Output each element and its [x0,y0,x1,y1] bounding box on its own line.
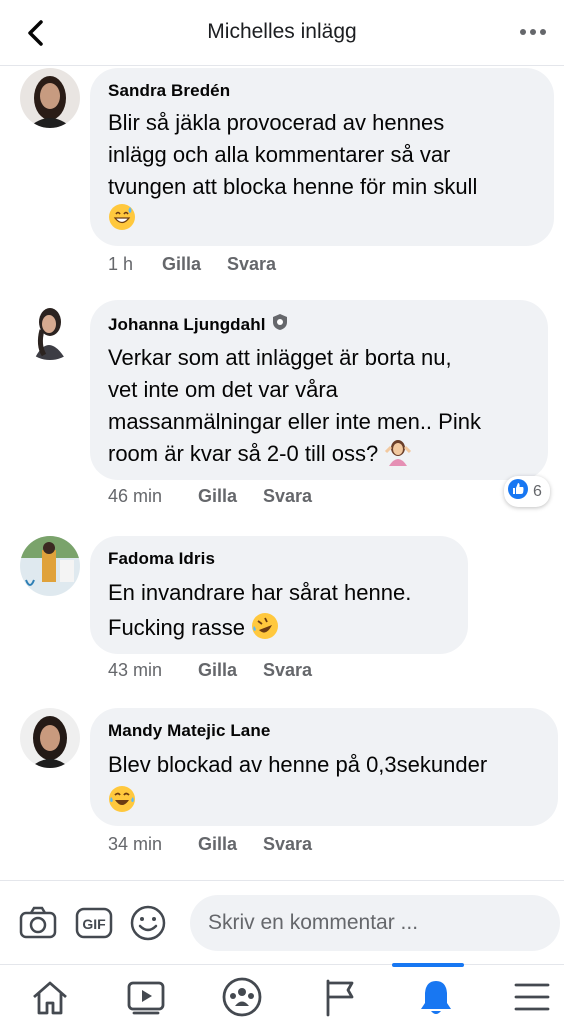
pagination-dots [62,1017,82,1021]
woman-shrugging-emoji [384,438,412,466]
reply-button[interactable]: Svara [263,660,312,681]
comment-time: 46 min [108,486,163,506]
comment-author[interactable]: Johanna Ljungdahl [108,313,530,336]
comment-author[interactable]: Fadoma Idris [108,549,450,569]
grinning-sweat-emoji [108,203,136,231]
comment-meta: 34 min Gilla Svara [108,834,338,855]
like-button[interactable]: Gilla [162,254,201,275]
menu-icon[interactable] [510,975,554,1019]
avatar[interactable] [20,68,80,128]
comment-author[interactable]: Mandy Matejic Lane [108,721,540,741]
shield-badge-icon [272,313,288,336]
comment-composer: GIF [0,880,564,964]
comment-text: En invandrare har sårat henne. Fucking r… [108,580,412,640]
like-button[interactable]: Gilla [198,834,237,855]
like-reaction-icon [507,478,529,505]
home-icon[interactable] [28,975,72,1019]
pages-flag-icon[interactable] [318,975,362,1019]
comment-time: 34 min [108,834,163,854]
comment-text: Blev blockad av henne på 0,3sekunder [108,747,540,819]
video-icon[interactable] [124,975,168,1019]
more-options-icon[interactable] [516,20,550,44]
tears-of-joy-emoji [108,785,136,813]
avatar[interactable] [20,300,80,360]
comment-text: Verkar som att inlägget är borta nu, vet… [108,345,481,466]
camera-icon[interactable] [18,903,58,943]
notifications-bell-icon[interactable] [414,975,458,1019]
comment-meta: 46 min Gilla Svara [108,486,338,507]
page-title: Michelles inlägg [207,20,357,43]
avatar[interactable] [20,536,80,596]
svg-text:GIF: GIF [82,916,106,932]
sticker-smiley-icon[interactable] [128,903,168,943]
gif-icon[interactable]: GIF [74,903,114,943]
like-button[interactable]: Gilla [198,660,237,681]
avatar[interactable] [20,708,80,768]
comment-time: 1 h [108,254,134,274]
top-bar: Michelles inlägg [0,0,564,66]
reaction-summary[interactable]: 6 [504,476,550,507]
active-tab-indicator [392,963,464,967]
comment-input[interactable] [190,895,560,951]
reply-button[interactable]: Svara [263,834,312,855]
comment-meta: 1 h Gilla Svara [108,254,302,275]
comment-bubble[interactable]: Sandra Bredén Blir så jäkla provocerad a… [90,68,554,246]
comment-time: 43 min [108,660,163,680]
comment-bubble[interactable]: Mandy Matejic Lane Blev blockad av henne… [90,708,558,826]
comment-bubble[interactable]: Johanna Ljungdahl Verkar som att inlägge… [90,300,548,480]
comment-text: Blir så jäkla provocerad av hennes inläg… [108,107,536,235]
comment-author[interactable]: Sandra Bredén [108,81,536,101]
reply-button[interactable]: Svara [263,486,312,507]
comment-bubble[interactable]: Fadoma Idris En invandrare har sårat hen… [90,536,468,654]
reaction-count: 6 [533,482,542,500]
groups-icon[interactable] [220,975,264,1019]
like-button[interactable]: Gilla [198,486,237,507]
reply-button[interactable]: Svara [227,254,276,275]
comment-meta: 43 min Gilla Svara [108,660,338,681]
rolling-laughing-emoji [251,612,279,640]
bottom-nav [0,963,564,1024]
